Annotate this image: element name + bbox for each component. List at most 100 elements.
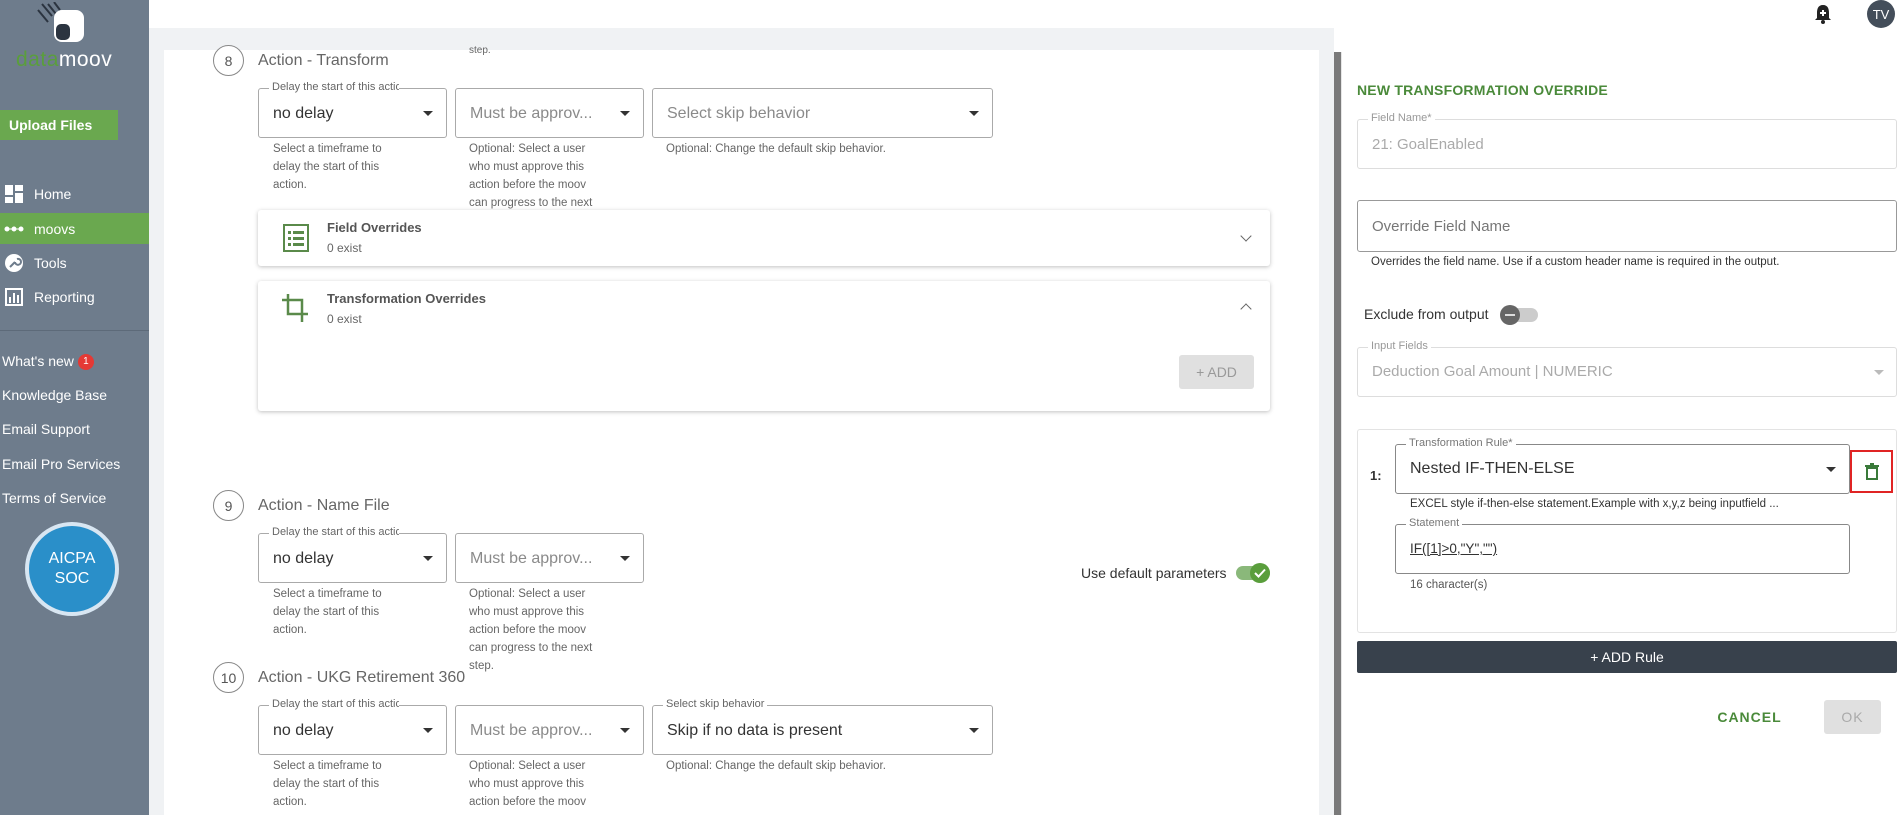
step-number: 8 <box>213 45 244 76</box>
help-line: Optional: Select a user <box>469 588 586 600</box>
transformation-rule-select[interactable]: Transformation Rule* Nested IF-THEN-ELSE <box>1395 437 1850 494</box>
help-line: delay the start of this <box>273 606 380 618</box>
help-line: delay the start of this <box>273 161 380 173</box>
help-line: Optional: Select a user <box>469 760 586 772</box>
field-name-value: 21: GoalEnabled <box>1372 136 1484 153</box>
skip-behavior-select[interactable]: Select skip behavior <box>652 88 993 138</box>
help-line: who must approve this <box>469 161 585 173</box>
user-avatar[interactable]: TV <box>1867 0 1895 28</box>
chevron-up-icon[interactable] <box>1240 303 1252 315</box>
help-line: action before the moov <box>469 179 586 191</box>
whats-new-link[interactable]: What's new 1 <box>2 353 94 370</box>
help-line: Select a timeframe to <box>273 588 382 600</box>
email-pro-services-link[interactable]: Email Pro Services <box>2 456 120 472</box>
soc-line2: SOC <box>54 570 90 587</box>
field-overrides-title: Field Overrides <box>327 220 422 235</box>
input-fields-value: Deduction Goal Amount | NUMERIC <box>1372 363 1613 380</box>
default-params-label: Use default parameters <box>1081 565 1227 581</box>
approver-select-placeholder: Must be approv... <box>470 550 593 567</box>
sidebar: datamoov Upload Files Home moovs Tools R… <box>0 0 149 815</box>
transformation-overrides-count: 0 exist <box>327 312 362 326</box>
panel-title: NEW TRANSFORMATION OVERRIDE <box>1357 82 1608 98</box>
exclude-label: Exclude from output <box>1364 306 1489 322</box>
skip-behavior-select[interactable]: Select skip behavior Skip if no data is … <box>652 698 993 755</box>
field-overrides-accordion[interactable]: Field Overrides 0 exist <box>258 210 1270 266</box>
statement-value: IF([1]>0,"Y","") <box>1410 541 1498 556</box>
nav-reporting[interactable]: Reporting <box>0 281 149 312</box>
delay-select-label: Delay the start of this action <box>269 698 399 710</box>
scrollbar-thumb[interactable] <box>1334 52 1341 815</box>
upload-files-button[interactable]: Upload Files <box>0 110 118 140</box>
delete-rule-button[interactable] <box>1850 450 1893 493</box>
chart-icon <box>3 286 25 308</box>
step-title: Action - UKG Retirement 360 <box>258 669 466 686</box>
delay-select-label: Delay the start of this action <box>269 526 399 538</box>
crop-icon <box>282 294 308 322</box>
logo-text: datamoov <box>16 48 113 71</box>
dashboard-icon <box>3 183 25 205</box>
caret-down-icon <box>620 111 630 116</box>
help-line: action. <box>273 179 307 191</box>
transformation-overrides-title: Transformation Overrides <box>327 291 486 306</box>
skip-behavior-label: Select skip behavior <box>663 698 768 710</box>
email-support-link[interactable]: Email Support <box>2 421 90 437</box>
knowledge-base-link[interactable]: Knowledge Base <box>2 387 107 403</box>
field-name-label: Field Name* <box>1368 112 1435 124</box>
override-field-name-placeholder: Override Field Name <box>1372 218 1511 235</box>
ok-button[interactable]: OK <box>1824 700 1881 734</box>
list-icon <box>283 224 309 252</box>
skip-help: Optional: Change the default skip behavi… <box>666 143 886 155</box>
approver-select[interactable]: Must be approv... <box>455 88 644 138</box>
nav-home[interactable]: Home <box>0 178 149 209</box>
panel-scrollbar[interactable] <box>1334 52 1342 815</box>
caret-down-icon <box>423 556 433 561</box>
step-title: Action - Transform <box>258 52 389 69</box>
add-rule-button[interactable]: + ADD Rule <box>1357 641 1897 673</box>
rule-index: 1: <box>1370 468 1382 483</box>
help-line: action. <box>273 624 307 636</box>
terms-of-service-link[interactable]: Terms of Service <box>2 490 106 506</box>
nav-moovs-label: moovs <box>34 220 76 237</box>
step-number: 10 <box>213 662 244 693</box>
nav-tools[interactable]: Tools <box>0 247 149 278</box>
soc-line1: AICPA <box>48 550 96 567</box>
notification-badge: 1 <box>77 354 94 370</box>
input-fields-select: Input Fields Deduction Goal Amount | NUM… <box>1357 340 1897 397</box>
nav-home-label: Home <box>34 185 72 202</box>
delay-help: Select a timeframe to delay the start of… <box>273 757 382 811</box>
add-transformation-override-button[interactable]: + ADD <box>1179 355 1254 389</box>
dots-icon <box>3 218 25 240</box>
caret-down-icon <box>423 111 433 116</box>
delay-select[interactable]: Delay the start of this action no delay <box>258 698 447 755</box>
caret-down-icon <box>969 728 979 733</box>
override-field-name-input[interactable]: Override Field Name <box>1357 200 1897 252</box>
field-name-input: Field Name* 21: GoalEnabled <box>1357 112 1897 169</box>
help-line: Select a timeframe to <box>273 143 382 155</box>
help-line: who must approve this <box>469 606 585 618</box>
whats-new-label: What's new <box>2 353 74 369</box>
nav-moovs[interactable]: moovs <box>0 213 149 244</box>
notification-bell-icon[interactable] <box>1812 3 1834 25</box>
help-line: action before the moov <box>469 796 586 808</box>
cancel-button[interactable]: CANCEL <box>1712 700 1787 734</box>
help-line: who must approve this <box>469 778 585 790</box>
delay-select[interactable]: Delay the start of this action no delay <box>258 81 447 138</box>
statement-input[interactable]: Statement IF([1]>0,"Y","") <box>1395 517 1850 574</box>
help-line: can progress to the next <box>469 642 593 654</box>
aicpa-soc-seal: AICPA SOC <box>25 522 119 616</box>
step-number: 9 <box>213 490 244 521</box>
caret-down-icon <box>423 728 433 733</box>
nav-reporting-label: Reporting <box>34 288 95 305</box>
delay-help: Select a timeframe to delay the start of… <box>273 140 382 194</box>
transformation-overrides-accordion[interactable]: Transformation Overrides 0 exist <box>258 281 1270 411</box>
statement-label: Statement <box>1406 517 1463 529</box>
approver-select[interactable]: Must be approv... <box>455 705 644 755</box>
chevron-down-icon[interactable] <box>1240 230 1252 242</box>
top-bar <box>149 0 1903 28</box>
delay-select[interactable]: Delay the start of this action no delay <box>258 526 447 583</box>
approver-select[interactable]: Must be approv... <box>455 533 644 583</box>
skip-help: Optional: Change the default skip behavi… <box>666 760 886 772</box>
delay-select-value: no delay <box>273 105 334 122</box>
approver-select-placeholder: Must be approv... <box>470 722 593 739</box>
transformation-rule-label: Transformation Rule* <box>1406 437 1516 449</box>
